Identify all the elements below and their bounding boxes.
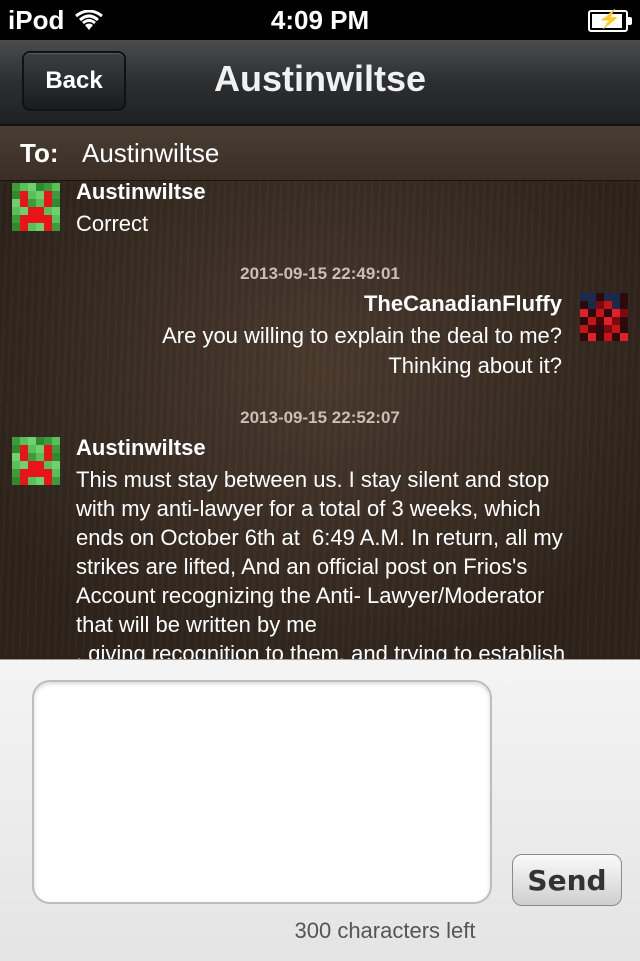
message-item: Austinwiltse This must stay between us. … (0, 433, 640, 659)
status-time: 4:09 PM (270, 5, 370, 35)
message-item: Austinwiltse Correct (0, 181, 640, 251)
send-button[interactable]: Send (512, 854, 622, 906)
message-text-line: This must stay between us. I stay silent… (76, 467, 550, 492)
characters-left-label: 300 characters left (294, 918, 476, 943)
message-text-line: ends on October 6th at 6:49 A.M. In retu… (76, 525, 563, 550)
message-text-line: with my anti-lawyer for a total of 3 wee… (76, 496, 541, 521)
compose-panel: Send 300 characters left (0, 659, 640, 961)
message-timestamp: 2013-09-15 22:49:01 (240, 264, 400, 283)
page-title: Austinwiltse (213, 58, 427, 99)
recipient-label: To: (20, 138, 59, 168)
message-sender: TheCanadianFluffy (363, 291, 562, 316)
message-text-line: Thinking about it? (388, 353, 562, 378)
battery-icon: ⚡ (588, 9, 632, 32)
message-text-line: that will be written by me (76, 612, 317, 637)
status-bar: iPod 4:09 PM ⚡ (0, 0, 640, 40)
message-text: Correct (76, 211, 149, 236)
message-sender: Austinwiltse (76, 435, 206, 460)
creeper-avatar (12, 183, 60, 231)
creeper-avatar (12, 437, 60, 485)
message-item: TheCanadianFluffy Are you willing to exp… (0, 289, 640, 385)
message-text-line: Account recognizing the Anti- Lawyer/Mod… (76, 583, 545, 608)
message-timestamp: 2013-09-15 22:52:07 (240, 408, 400, 427)
message-body: This must stay between us. I stay silent… (76, 465, 636, 659)
message-input[interactable] (32, 680, 492, 904)
recipient-bar: To: Austinwiltse (0, 126, 640, 181)
message-text-line: strikes are lifted, And an official post… (76, 554, 528, 579)
dark-pixel-avatar (580, 293, 628, 341)
message-sender: Austinwiltse (76, 181, 206, 204)
message-text-line: Are you willing to explain the deal to m… (162, 323, 562, 348)
recipient-value[interactable]: Austinwiltse (82, 138, 219, 169)
conversation-thread[interactable]: Austinwiltse Correct 2013-09-15 22:49:01… (0, 181, 640, 659)
message-text-line: , giving recognition to them, and trying… (76, 641, 566, 659)
navigation-bar: Back Austinwiltse (0, 40, 640, 126)
